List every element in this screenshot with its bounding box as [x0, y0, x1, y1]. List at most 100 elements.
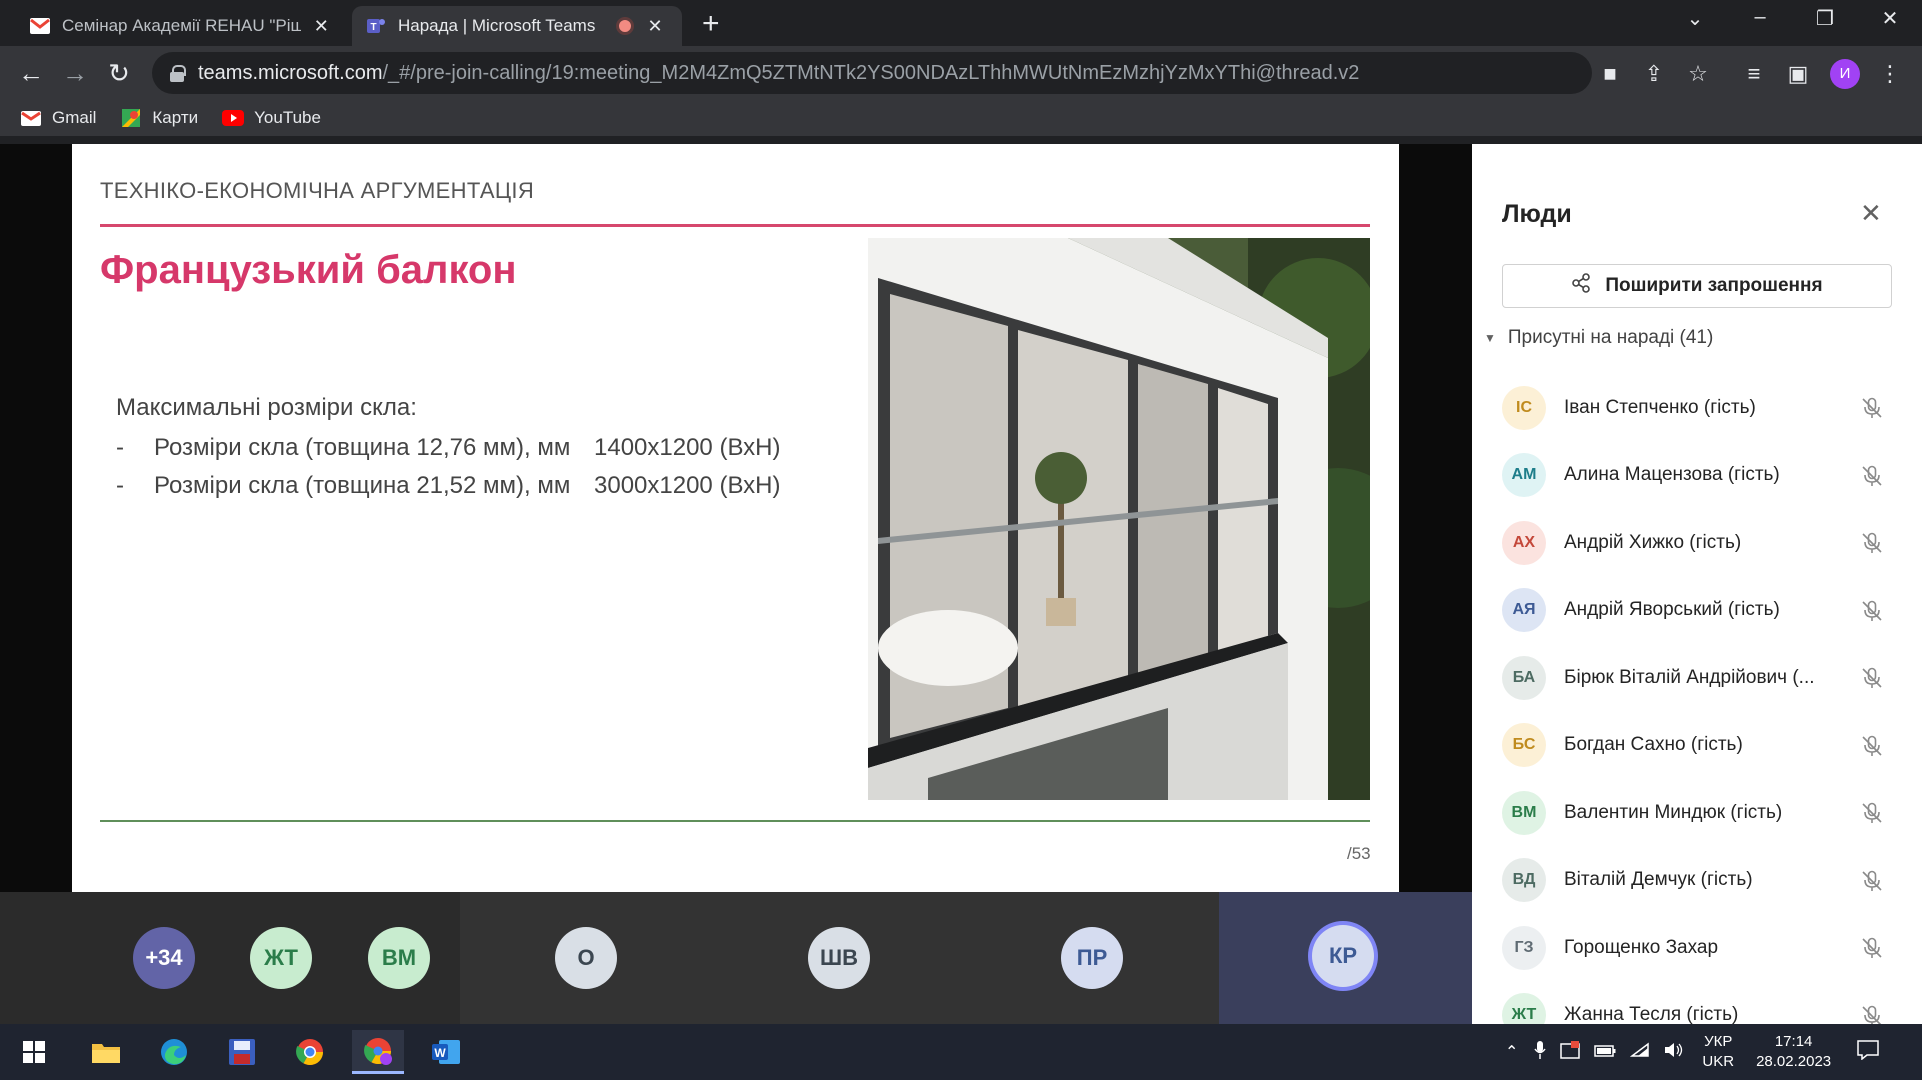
app-tray-icon[interactable]	[1560, 1041, 1581, 1063]
tab-rehau-seminar[interactable]: Семінар Академії REHAU "Рішен ✕	[16, 6, 346, 46]
people-panel-title: Люди	[1502, 200, 1572, 228]
profile-avatar[interactable]: И	[1830, 59, 1860, 89]
bullet-dash: -	[116, 472, 124, 499]
people-panel: Люди ✕ Поширити запрошення ▼ Присутні на…	[1472, 144, 1922, 1038]
menu-kebab-icon[interactable]: ⋮	[1876, 60, 1904, 88]
wifi-icon[interactable]	[1630, 1042, 1650, 1062]
reload-button[interactable]: ↻	[102, 56, 136, 90]
tab-teams-meeting[interactable]: T Нарада | Microsoft Teams ✕	[352, 6, 682, 46]
close-panel-icon[interactable]: ✕	[1860, 198, 1882, 229]
slide-intro: Максимальні розміри скла:	[116, 394, 417, 421]
participant-tile-avatar[interactable]: ЖТ	[250, 927, 312, 989]
participant-name: Андрій Хижко (гість)	[1564, 531, 1742, 553]
participant-name: Богдан Сахно (гість)	[1564, 734, 1743, 756]
share-icon	[1571, 273, 1591, 299]
back-button[interactable]: ←	[14, 56, 48, 90]
gmail-icon	[20, 109, 42, 127]
new-tab-button[interactable]: +	[702, 9, 720, 39]
side-panel-icon[interactable]: ▣	[1784, 60, 1812, 88]
word-icon[interactable]: W	[420, 1030, 472, 1074]
chrome-profile-active-icon[interactable]	[352, 1030, 404, 1074]
clock[interactable]: 17:14 28.02.2023	[1756, 1032, 1831, 1072]
participant-tile[interactable]: О	[460, 892, 713, 1024]
share-invite-button[interactable]: Поширити запрошення	[1502, 264, 1892, 308]
input-language-indicator[interactable]: УКР UKR	[1702, 1032, 1734, 1072]
system-tray: ⌃ УКР UKR 17:14 28.02.2023	[1505, 1024, 1879, 1080]
participant-tile-avatar: ШВ	[808, 927, 870, 989]
participant-tile-avatar[interactable]: +34	[133, 927, 195, 989]
participant-row[interactable]: АМ Алина Мацензова (гість)	[1502, 442, 1902, 510]
section-label: Присутні на нараді (41)	[1507, 327, 1714, 348]
gmail-icon	[30, 16, 50, 36]
mic-off-icon	[1860, 599, 1884, 623]
participant-row[interactable]: АХ Андрій Хижко (гість)	[1502, 509, 1902, 577]
tab-search-chevron-icon[interactable]: ⌄	[1675, 6, 1715, 31]
participant-name: Бірюк Віталій Андрійович (...	[1564, 666, 1815, 688]
restore-button[interactable]: ❐	[1805, 6, 1845, 31]
microphone-icon[interactable]	[1534, 1040, 1547, 1064]
participant-avatar: ВМ	[1502, 790, 1546, 835]
participant-row[interactable]: БА Бірюк Віталій Андрійович (...	[1502, 644, 1902, 712]
file-explorer-icon[interactable]	[80, 1030, 132, 1074]
close-window-button[interactable]: ✕	[1870, 6, 1910, 31]
participant-avatar: АЯ	[1502, 588, 1546, 633]
participant-tile-speaking[interactable]: КР	[1219, 892, 1472, 1024]
bookmark-maps[interactable]: Карти	[120, 108, 198, 128]
participant-tile[interactable]: ПР	[966, 892, 1219, 1024]
overflow-tile[interactable]: +34 ЖТ ВМ	[0, 892, 460, 1024]
battery-icon[interactable]	[1594, 1044, 1616, 1061]
participant-row[interactable]: ГЗ Горощенко Захар	[1502, 914, 1902, 982]
participant-row[interactable]: ВД Віталій Демчук (гість)	[1502, 847, 1902, 915]
participant-avatar: БА	[1502, 655, 1546, 700]
participant-tile-avatar[interactable]: ВМ	[368, 927, 430, 989]
address-bar[interactable]: teams.microsoft.com/_#/pre-join-calling/…	[152, 52, 1592, 94]
edge-icon[interactable]	[148, 1030, 200, 1074]
french-balcony-photo	[868, 238, 1370, 800]
tab-title: Семінар Академії REHAU "Рішен	[62, 16, 301, 35]
share-page-icon[interactable]: ⇪	[1640, 60, 1668, 88]
participant-name: Валентин Миндюк (гість)	[1564, 801, 1783, 823]
participant-row[interactable]: ВМ Валентин Миндюк (гість)	[1502, 779, 1902, 847]
slide-bottom-divider	[100, 820, 1370, 822]
close-tab-icon[interactable]: ✕	[644, 16, 666, 37]
slide-body: Максимальні розміри скла: - Розміри скла…	[116, 394, 781, 510]
share-invite-label: Поширити запрошення	[1605, 275, 1823, 296]
tray-chevron-up-icon[interactable]: ⌃	[1505, 1042, 1518, 1062]
bookmark-youtube[interactable]: YouTube	[222, 108, 321, 128]
participant-name: Андрій Яворський (гість)	[1564, 599, 1780, 621]
participant-strip: +34 ЖТ ВМ О ШВ ПР КР	[0, 892, 1472, 1024]
camera-in-use-icon[interactable]: ■	[1596, 60, 1624, 88]
participant-row[interactable]: АЯ Андрій Яворський (гість)	[1502, 577, 1902, 645]
bookmarks-bar: Gmail Карти YouTube	[0, 100, 1922, 136]
media-controls-icon[interactable]: ≡	[1740, 60, 1768, 88]
participant-name: Віталій Демчук (гість)	[1564, 869, 1753, 891]
svg-text:T: T	[370, 22, 376, 33]
slide-spec-row: - Розміри скла (товщина 21,52 мм), мм 30…	[116, 472, 781, 500]
participant-row[interactable]: БС Богдан Сахно (гість)	[1502, 712, 1902, 780]
in-meeting-section-header[interactable]: ▼ Присутні на нараді (41)	[1484, 327, 1713, 349]
bookmark-gmail[interactable]: Gmail	[20, 108, 96, 128]
slide-page-number: /53	[1347, 844, 1371, 863]
notifications-icon[interactable]	[1857, 1040, 1879, 1064]
slide-top-divider	[100, 224, 1370, 227]
bullet-dash: -	[116, 434, 124, 461]
participant-name: Іван Степченко (гість)	[1564, 396, 1756, 418]
bookmark-star-icon[interactable]: ☆	[1684, 60, 1712, 88]
close-tab-icon[interactable]: ✕	[311, 16, 332, 37]
chrome-icon[interactable]	[284, 1030, 336, 1074]
browser-tab-strip: Семінар Академії REHAU "Рішен ✕ T Нарада…	[0, 0, 1922, 46]
participant-row[interactable]: ІС Іван Степченко (гість)	[1502, 374, 1902, 442]
participant-avatar: ВД	[1502, 858, 1546, 903]
browser-toolbar: ← → ↻ teams.microsoft.com/_#/pre-join-ca…	[0, 46, 1922, 100]
participant-name: Алина Мацензова (гість)	[1564, 464, 1780, 486]
mic-off-icon	[1860, 396, 1884, 420]
shared-content-stage: ТЕХНІКО-ЕКОНОМІЧНА АРГУМЕНТАЦІЯ Французь…	[0, 144, 1472, 892]
participant-tile[interactable]: ШВ	[713, 892, 966, 1024]
save-disk-app-icon[interactable]	[216, 1030, 268, 1074]
volume-icon[interactable]	[1664, 1042, 1684, 1062]
windows-start-icon[interactable]	[8, 1030, 60, 1074]
mic-off-icon	[1860, 666, 1884, 690]
forward-button[interactable]: →	[58, 56, 92, 90]
minimize-button[interactable]: –	[1740, 6, 1780, 29]
participant-avatar: АХ	[1502, 520, 1546, 565]
